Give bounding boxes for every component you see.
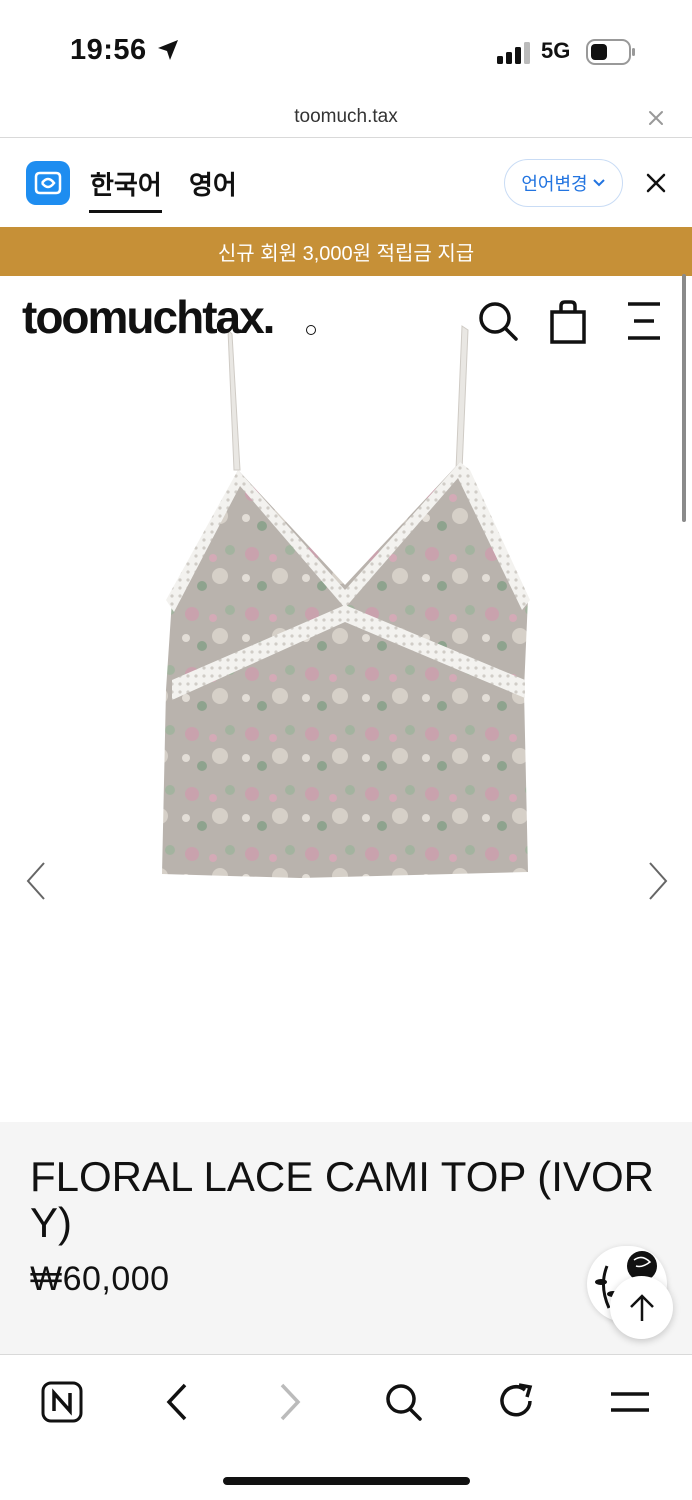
network-type: 5G [541,38,571,63]
battery-icon [586,39,635,65]
naver-home-icon[interactable] [41,1381,83,1423]
product-image [162,325,530,878]
arrow-up-icon [629,1293,654,1321]
back-icon[interactable] [163,1381,189,1423]
product-price: ₩60,000 [30,1260,170,1298]
promo-banner[interactable]: 신규 회원 3,000원 적립금 지급 [0,227,692,276]
chevron-left-icon[interactable] [24,861,48,901]
signal-icon [497,42,530,64]
registered-mark-icon [306,325,316,335]
close-icon[interactable] [645,172,667,194]
url-text[interactable]: toomuch.tax [0,106,692,128]
search-icon[interactable] [384,1381,424,1423]
change-language-button[interactable]: 언어변경 [504,159,623,207]
status-bar: 19:56 5G [0,0,692,100]
tab-english[interactable]: 영어 [189,165,237,202]
product-image-carousel[interactable] [0,276,692,1122]
menu-icon[interactable] [626,300,662,342]
url-bar[interactable]: toomuch.tax [0,100,692,138]
reload-icon[interactable] [497,1381,537,1423]
location-arrow-icon [158,40,178,60]
forward-icon[interactable] [278,1381,304,1423]
tab-korean[interactable]: 한국어 [90,165,162,202]
active-tab-indicator [89,210,162,213]
browser-toolbar [0,1354,692,1500]
brand-logo[interactable]: toomuchtax. [22,290,275,344]
close-icon[interactable] [646,108,666,128]
change-language-label: 언어변경 [521,174,588,194]
scroll-to-top-button[interactable] [610,1276,673,1339]
scrollbar[interactable] [682,274,686,522]
chevron-down-icon [592,179,605,187]
papago-logo-icon [26,161,70,205]
status-time: 19:56 [70,34,147,66]
home-indicator[interactable] [223,1477,470,1485]
translate-bar: 한국어 영어 언어변경 [0,139,692,227]
search-icon[interactable] [477,300,519,342]
chevron-right-icon[interactable] [646,861,670,901]
product-title: FLORAL LACE CAMI TOP (IVORY) [30,1153,654,1246]
menu-icon[interactable] [609,1381,651,1423]
shopping-bag-icon[interactable] [550,300,586,344]
